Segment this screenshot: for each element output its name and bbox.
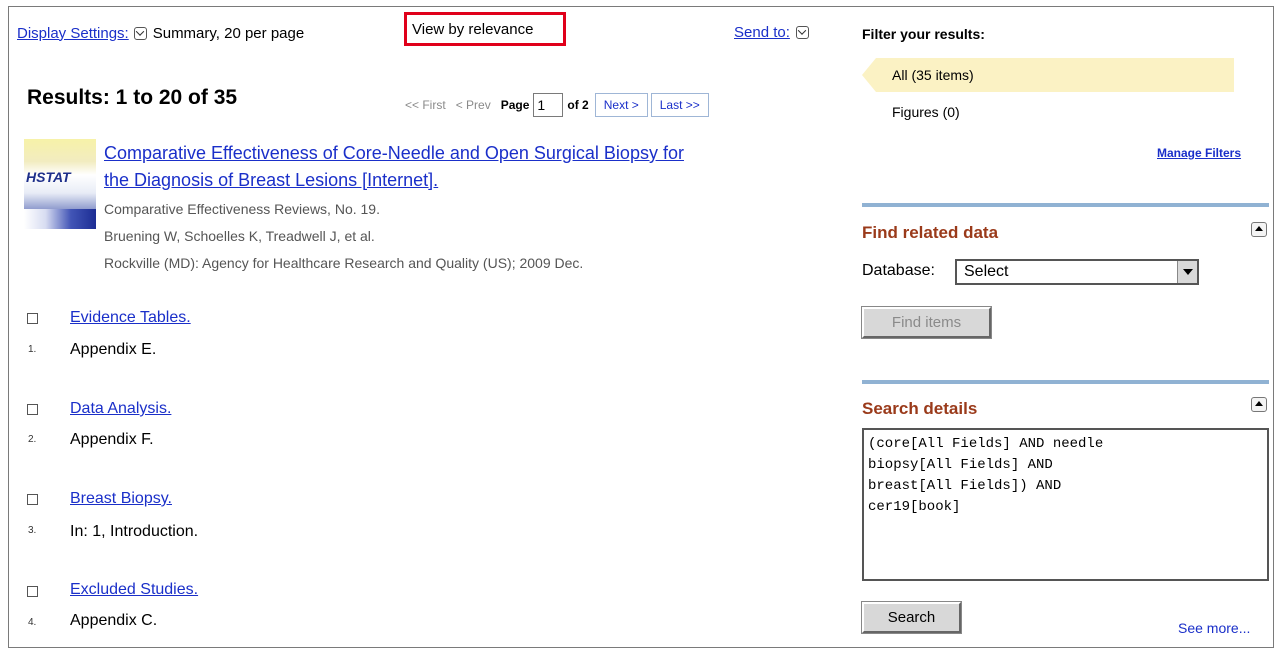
book-authors: Bruening W, Schoelles K, Treadwell J, et… <box>104 228 375 244</box>
section-divider <box>862 203 1269 207</box>
book-title-link[interactable]: Comparative Effectiveness of Core-Needle… <box>104 140 824 194</box>
send-to[interactable]: Send to: <box>734 24 815 41</box>
result-title-link[interactable]: Breast Biopsy. <box>70 490 172 508</box>
result-checkbox[interactable] <box>27 586 38 597</box>
book-title-line2[interactable]: the Diagnosis of Breast Lesions [Interne… <box>104 170 438 190</box>
chevron-down-icon[interactable] <box>1177 261 1197 283</box>
display-settings-link[interactable]: Display Settings: <box>17 25 129 42</box>
filter-figures[interactable]: Figures (0) <box>892 104 960 120</box>
pager-total: of 2 <box>567 98 589 112</box>
view-by-relevance-label: View by relevance <box>412 20 534 38</box>
result-number: 4. <box>28 617 37 628</box>
result-subtitle: Appendix E. <box>70 341 157 358</box>
chevron-down-icon[interactable] <box>795 26 809 39</box>
results-count-heading: Results: 1 to 20 of 35 <box>27 86 238 109</box>
collapse-icon[interactable] <box>1251 222 1267 237</box>
result-subtitle: Appendix F. <box>70 431 154 448</box>
filter-all-label: All (35 items) <box>892 67 974 83</box>
book-series: Comparative Effectiveness Reviews, No. 1… <box>104 201 380 217</box>
search-query-textarea[interactable]: (core[All Fields] AND needle biopsy[All … <box>862 428 1269 581</box>
result-title-link[interactable]: Evidence Tables. <box>70 309 191 327</box>
find-related-heading: Find related data <box>862 223 999 242</box>
result-number: 3. <box>28 525 37 536</box>
see-more-link[interactable]: See more... <box>1178 620 1250 636</box>
book-publisher: Rockville (MD): Agency for Healthcare Re… <box>104 255 584 271</box>
hstat-logo-bar <box>24 209 96 229</box>
last-page-button[interactable]: Last >> <box>650 93 709 117</box>
view-by-relevance[interactable]: View by relevance <box>404 12 566 46</box>
pager-page-label: Page <box>500 98 530 112</box>
manage-filters-link[interactable]: Manage Filters <box>1157 146 1241 160</box>
database-select-value: Select <box>964 263 1009 280</box>
pager: << First < Prev Page 1 of 2 Next > Last … <box>405 91 712 119</box>
search-button[interactable]: Search <box>861 601 962 634</box>
result-number: 2. <box>28 434 37 445</box>
pager-prev: < Prev <box>455 98 491 112</box>
filter-heading: Filter your results: <box>862 26 985 42</box>
database-label: Database: <box>862 262 935 279</box>
result-checkbox[interactable] <box>27 313 38 324</box>
result-title-link[interactable]: Data Analysis. <box>70 400 171 418</box>
next-page-button[interactable]: Next > <box>594 93 648 117</box>
display-summary: Summary, 20 per page <box>152 24 305 42</box>
result-checkbox[interactable] <box>27 404 38 415</box>
result-number: 1. <box>28 344 37 355</box>
search-details-heading: Search details <box>862 399 978 418</box>
chevron-down-icon[interactable] <box>133 26 147 40</box>
result-subtitle: In: 1, Introduction. <box>70 523 199 540</box>
find-items-button[interactable]: Find items <box>861 306 992 339</box>
page-number-input[interactable]: 1 <box>533 93 564 117</box>
display-settings-bar: Display Settings: Summary, 20 per page <box>17 22 304 44</box>
hstat-logo-text: HSTAT <box>26 169 71 185</box>
result-title-link[interactable]: Excluded Studies. <box>70 581 198 599</box>
filter-all-items[interactable]: All (35 items) <box>862 58 1234 92</box>
book-title-line1[interactable]: Comparative Effectiveness of Core-Needle… <box>104 143 684 163</box>
result-checkbox[interactable] <box>27 494 38 505</box>
section-divider <box>862 380 1269 384</box>
result-subtitle: Appendix C. <box>70 612 158 629</box>
collapse-icon[interactable] <box>1251 397 1267 412</box>
pager-first: << First <box>405 98 446 112</box>
database-select[interactable]: Select <box>955 259 1199 285</box>
hstat-logo: HSTAT <box>24 139 96 229</box>
send-to-link[interactable]: Send to: <box>734 24 790 41</box>
